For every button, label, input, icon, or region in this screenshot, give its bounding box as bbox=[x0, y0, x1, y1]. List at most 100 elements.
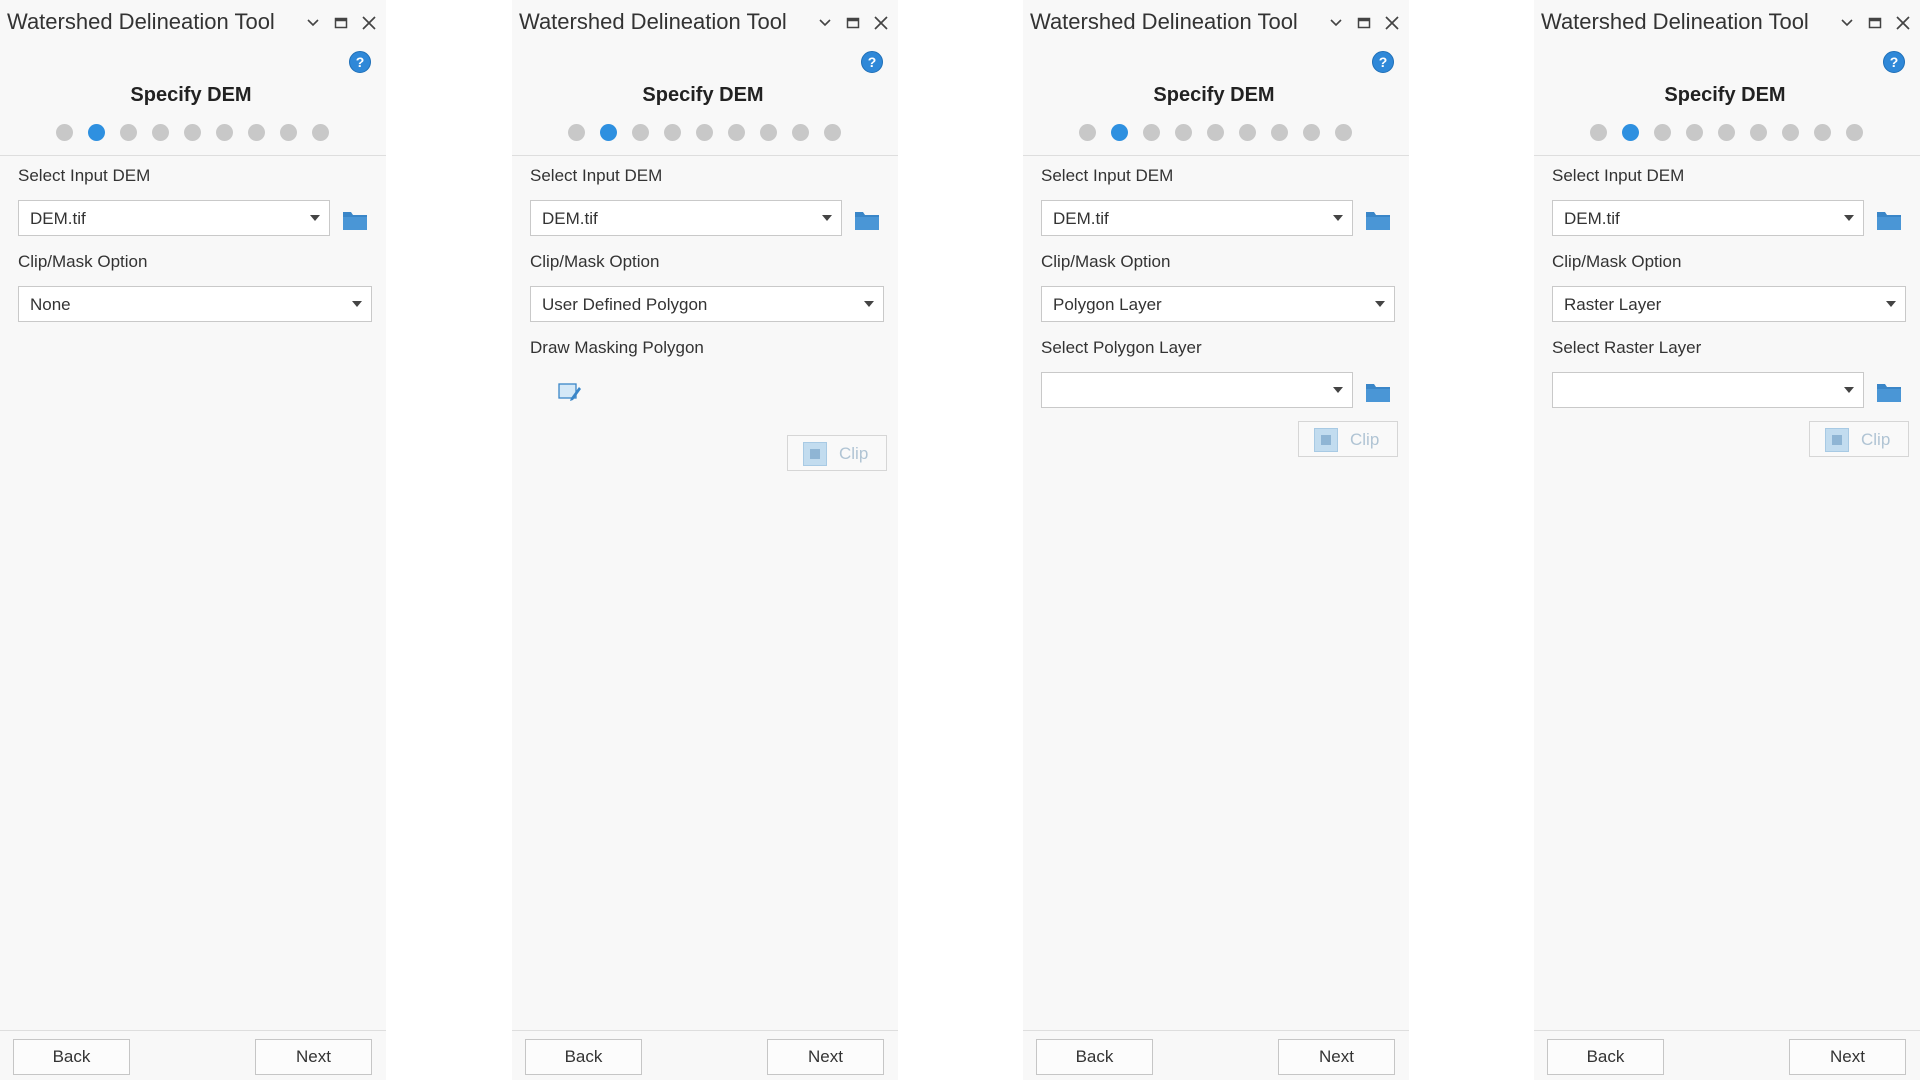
step-dot-9[interactable] bbox=[1335, 124, 1352, 141]
back-button[interactable]: Back bbox=[13, 1039, 130, 1075]
caret-down-icon bbox=[1844, 215, 1854, 221]
step-dot-6[interactable] bbox=[1239, 124, 1256, 141]
help-icon[interactable]: ? bbox=[861, 51, 883, 73]
input-dem-label: Select Input DEM bbox=[530, 166, 663, 185]
next-button[interactable]: Next bbox=[1278, 1039, 1395, 1075]
next-button[interactable]: Next bbox=[255, 1039, 372, 1075]
close-icon[interactable] bbox=[358, 12, 380, 34]
step-dot-9[interactable] bbox=[824, 124, 841, 141]
window-controls bbox=[302, 12, 380, 34]
input-dem-label: Select Input DEM bbox=[1552, 166, 1685, 185]
help-icon[interactable]: ? bbox=[1372, 51, 1394, 73]
step-dot-1[interactable] bbox=[1079, 124, 1096, 141]
clip-button[interactable]: Clip bbox=[787, 435, 887, 471]
step-dot-7[interactable] bbox=[760, 124, 777, 141]
input-dem-value: DEM.tif bbox=[1053, 209, 1109, 228]
step-dot-7[interactable] bbox=[1782, 124, 1799, 141]
clip-mask-dropdown[interactable]: Raster Layer bbox=[1552, 286, 1906, 322]
window-title: Watershed Delineation Tool bbox=[519, 9, 787, 34]
maximize-icon[interactable] bbox=[1864, 12, 1886, 34]
maximize-icon[interactable] bbox=[842, 12, 864, 34]
input-dem-dropdown[interactable]: DEM.tif bbox=[18, 200, 330, 236]
folder-icon[interactable] bbox=[342, 208, 368, 232]
back-button[interactable]: Back bbox=[1036, 1039, 1153, 1075]
step-dot-9[interactable] bbox=[1846, 124, 1863, 141]
chevron-down-icon[interactable] bbox=[1325, 12, 1347, 34]
polygon-layer-dropdown[interactable] bbox=[1041, 372, 1353, 408]
folder-icon[interactable] bbox=[1365, 380, 1391, 404]
clip-mask-dropdown[interactable]: Polygon Layer bbox=[1041, 286, 1395, 322]
step-indicator bbox=[1590, 124, 1863, 141]
clip-mask-dropdown[interactable]: User Defined Polygon bbox=[530, 286, 884, 322]
step-dot-5[interactable] bbox=[1718, 124, 1735, 141]
step-dot-7[interactable] bbox=[1271, 124, 1288, 141]
help-icon[interactable]: ? bbox=[1883, 51, 1905, 73]
step-dot-2-active[interactable] bbox=[600, 124, 617, 141]
caret-down-icon bbox=[1333, 215, 1343, 221]
folder-icon[interactable] bbox=[854, 208, 880, 232]
raster-layer-dropdown[interactable] bbox=[1552, 372, 1864, 408]
close-icon[interactable] bbox=[1892, 12, 1914, 34]
step-dot-4[interactable] bbox=[1686, 124, 1703, 141]
step-dot-8[interactable] bbox=[1814, 124, 1831, 141]
clip-mask-value: None bbox=[30, 295, 71, 314]
back-button[interactable]: Back bbox=[1547, 1039, 1664, 1075]
clip-mask-label: Clip/Mask Option bbox=[1552, 252, 1682, 271]
chevron-down-icon[interactable] bbox=[814, 12, 836, 34]
step-dot-4[interactable] bbox=[664, 124, 681, 141]
clip-mask-dropdown[interactable]: None bbox=[18, 286, 372, 322]
pane-clip-user-polygon: Watershed Delineation Tool ? Specify DEM… bbox=[512, 0, 898, 1080]
footer-divider bbox=[1023, 1030, 1409, 1031]
step-dot-5[interactable] bbox=[696, 124, 713, 141]
step-dot-3[interactable] bbox=[1654, 124, 1671, 141]
input-dem-dropdown[interactable]: DEM.tif bbox=[530, 200, 842, 236]
step-dot-8[interactable] bbox=[1303, 124, 1320, 141]
chevron-down-icon[interactable] bbox=[302, 12, 324, 34]
folder-icon[interactable] bbox=[1365, 208, 1391, 232]
step-dot-1[interactable] bbox=[56, 124, 73, 141]
step-dot-2-active[interactable] bbox=[1622, 124, 1639, 141]
folder-icon[interactable] bbox=[1876, 208, 1902, 232]
step-dot-2-active[interactable] bbox=[88, 124, 105, 141]
step-dot-6[interactable] bbox=[216, 124, 233, 141]
step-dot-4[interactable] bbox=[1175, 124, 1192, 141]
pane-clip-polygon-layer: Watershed Delineation Tool ? Specify DEM… bbox=[1023, 0, 1409, 1080]
step-dot-3[interactable] bbox=[1143, 124, 1160, 141]
close-icon[interactable] bbox=[1381, 12, 1403, 34]
step-dot-5[interactable] bbox=[184, 124, 201, 141]
clip-mask-label: Clip/Mask Option bbox=[1041, 252, 1171, 271]
next-button[interactable]: Next bbox=[767, 1039, 884, 1075]
close-icon[interactable] bbox=[870, 12, 892, 34]
input-dem-dropdown[interactable]: DEM.tif bbox=[1041, 200, 1353, 236]
step-dot-7[interactable] bbox=[248, 124, 265, 141]
maximize-icon[interactable] bbox=[330, 12, 352, 34]
clip-mask-value: Raster Layer bbox=[1564, 295, 1662, 314]
step-dot-8[interactable] bbox=[280, 124, 297, 141]
step-dot-5[interactable] bbox=[1207, 124, 1224, 141]
folder-icon[interactable] bbox=[1876, 380, 1902, 404]
draw-polygon-icon[interactable] bbox=[557, 381, 583, 403]
step-dot-3[interactable] bbox=[632, 124, 649, 141]
clip-button-label: Clip bbox=[1350, 430, 1380, 449]
divider bbox=[1534, 155, 1920, 156]
step-dot-3[interactable] bbox=[120, 124, 137, 141]
next-button[interactable]: Next bbox=[1789, 1039, 1906, 1075]
pane-clip-raster-layer: Watershed Delineation Tool ? Specify DEM… bbox=[1534, 0, 1920, 1080]
step-dot-4[interactable] bbox=[152, 124, 169, 141]
step-dot-1[interactable] bbox=[1590, 124, 1607, 141]
step-dot-1[interactable] bbox=[568, 124, 585, 141]
maximize-icon[interactable] bbox=[1353, 12, 1375, 34]
input-dem-dropdown[interactable]: DEM.tif bbox=[1552, 200, 1864, 236]
step-dot-8[interactable] bbox=[792, 124, 809, 141]
step-dot-6[interactable] bbox=[728, 124, 745, 141]
clip-button[interactable]: Clip bbox=[1809, 421, 1909, 457]
chevron-down-icon[interactable] bbox=[1836, 12, 1858, 34]
step-dot-9[interactable] bbox=[312, 124, 329, 141]
help-icon[interactable]: ? bbox=[349, 51, 371, 73]
step-dot-2-active[interactable] bbox=[1111, 124, 1128, 141]
back-button[interactable]: Back bbox=[525, 1039, 642, 1075]
step-dot-6[interactable] bbox=[1750, 124, 1767, 141]
polygon-layer-label: Select Polygon Layer bbox=[1041, 338, 1202, 357]
step-indicator bbox=[1079, 124, 1352, 141]
clip-button[interactable]: Clip bbox=[1298, 421, 1398, 457]
